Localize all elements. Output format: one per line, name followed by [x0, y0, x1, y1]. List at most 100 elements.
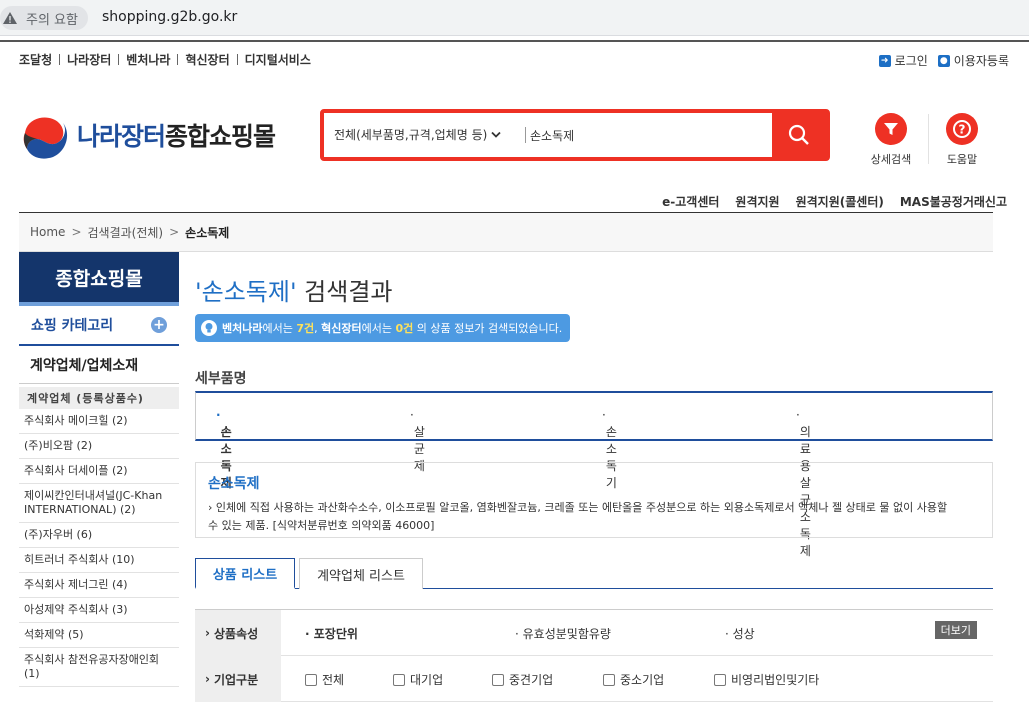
gnb-item-digital[interactable]: 디지털서비스: [245, 51, 311, 68]
quick-link-mas-report[interactable]: MAS불공정거래신고: [900, 193, 1007, 210]
notice-text-4: 의 상품 정보가 검색되었습니다.: [413, 322, 563, 335]
vendor-item[interactable]: 주식회사 더세이플 (2): [19, 459, 179, 484]
gnb-separator: [236, 54, 238, 65]
vendor-item[interactable]: 주식회사 참전유공자장애인회 (1): [19, 648, 179, 687]
register-link[interactable]: 이용자등록: [954, 52, 1009, 69]
result-quote-open: ': [195, 278, 202, 306]
quick-link-remote-call[interactable]: 원격지원(콜센터): [796, 193, 884, 210]
notice-venture-count: 7건: [296, 322, 315, 335]
notice-innovation[interactable]: 혁신장터: [321, 320, 361, 336]
search-divider: [525, 127, 526, 143]
search-scope-select[interactable]: 전체(세부품명,규격,업체명 등): [334, 126, 501, 143]
attribute-text: 유효성분및함유량: [522, 627, 611, 641]
vendor-item[interactable]: 주식회사 제너그린 (4): [19, 573, 179, 598]
security-warning-chip[interactable]: 주의 요함: [0, 6, 88, 30]
checkbox[interactable]: [393, 674, 405, 686]
help-label: 도움말: [946, 153, 978, 166]
taegeuk-logo-icon: [20, 110, 70, 160]
attribute-item[interactable]: · 포장단위: [305, 625, 358, 642]
attribute-text: 포장단위: [313, 627, 358, 641]
notice-venture[interactable]: 벤처나라: [222, 320, 262, 336]
result-quote-close: ': [289, 278, 297, 306]
tab-product-list[interactable]: 상품 리스트: [195, 558, 295, 589]
utility-links: ➜ 로그인 ● 이용자등록: [869, 52, 1009, 69]
vendor-item[interactable]: 제이씨칸인터내셔널(JC-Khan INTERNATIONAL) (2): [19, 484, 179, 523]
vendor-item[interactable]: 주식회사 메이크힐 (2): [19, 409, 179, 434]
description-body: 인체에 직접 사용하는 과산화수소수, 이소프로필 알코올, 염화벤잘코늄, 크…: [208, 501, 948, 532]
detail-name-item[interactable]: · 손소독기: [602, 408, 617, 490]
sidebar: 종합쇼핑몰 쇼핑 카테고리 + 계약업체/업체소재 계약업체 (등록상품수) 주…: [19, 252, 179, 702]
company-type-checkbox[interactable]: 중소기업: [603, 671, 664, 688]
detail-name-item[interactable]: · 손소독제: [216, 408, 232, 490]
search-button[interactable]: [772, 113, 826, 157]
notice-innovation-count: 0건: [395, 322, 414, 335]
search-icon: [788, 124, 809, 145]
search-box: 전체(세부품명,규격,업체명 등): [320, 109, 830, 161]
checkbox[interactable]: [305, 674, 317, 686]
filter-label: › 상품속성: [195, 610, 281, 656]
quick-link-ecustomer[interactable]: e-고객센터: [662, 193, 719, 210]
result-notice: 벤처나라 에서는 7건, 혁신장터 에서는 0건 의 상품 정보가 검색되었습니다.: [195, 314, 571, 342]
search-input[interactable]: [530, 121, 770, 149]
checkbox-label: 중소기업: [620, 673, 665, 687]
logo-text-mall: 종합쇼핑몰: [165, 122, 276, 151]
company-type-checkbox[interactable]: 비영리법인및기타: [714, 671, 819, 688]
attribute-item[interactable]: · 유효성분및함유량: [515, 625, 611, 642]
quick-links: e-고객센터 원격지원 원격지원(콜센터) MAS불공정거래신고: [646, 193, 1007, 210]
breadcrumb-results[interactable]: 검색결과(전체): [88, 224, 164, 241]
checkbox[interactable]: [714, 674, 726, 686]
description-text: › 인체에 직접 사용하는 과산화수소수, 이소프로필 알코올, 염화벤잘코늄,…: [208, 501, 948, 532]
filter-label-text: 상품속성: [213, 626, 259, 641]
checkbox[interactable]: [492, 674, 504, 686]
vendor-location-header[interactable]: 계약업체/업체소재: [19, 346, 179, 384]
checkbox[interactable]: [603, 674, 615, 686]
vendor-item[interactable]: (주)비오팜 (2): [19, 434, 179, 459]
gnb-item-venture[interactable]: 벤처나라: [126, 51, 170, 68]
result-tabs: 상품 리스트 계약업체 리스트: [195, 558, 993, 589]
gnb-item-g2b[interactable]: 나라장터: [67, 51, 111, 68]
gnb-separator: [59, 54, 61, 65]
vendor-item[interactable]: 석화제약 (5): [19, 623, 179, 648]
detail-name-label: 세부품명: [195, 371, 247, 387]
security-label: 주의 요함: [26, 12, 78, 28]
checkbox-label: 중견기업: [509, 673, 554, 687]
advanced-search-label: 상세검색: [870, 153, 912, 166]
notice-text-2: ,: [314, 321, 322, 335]
detail-name-item[interactable]: · 살균제: [410, 408, 425, 473]
login-link[interactable]: 로그인: [895, 52, 928, 69]
shopping-category-toggle[interactable]: 쇼핑 카테고리 +: [19, 306, 179, 346]
checkbox-label: 대기업: [410, 673, 444, 687]
vendor-item[interactable]: 아성제약 주식회사 (3): [19, 598, 179, 623]
company-type-checkbox[interactable]: 대기업: [393, 671, 443, 688]
detail-name-item[interactable]: · 의료용살균소독제: [796, 408, 811, 558]
tab-vendor-list[interactable]: 계약업체 리스트: [299, 558, 423, 589]
quick-link-remote[interactable]: 원격지원: [735, 193, 779, 210]
gnb-separator: [118, 54, 120, 65]
gnb-item-pps[interactable]: 조달청: [19, 51, 52, 68]
logo-text: 나라장터종합쇼핑몰: [77, 117, 276, 153]
url-text[interactable]: shopping.g2b.go.kr: [102, 9, 237, 25]
user-icon: ●: [937, 54, 950, 67]
shopping-category-label: 쇼핑 카테고리: [31, 318, 114, 334]
sidebar-title: 종합쇼핑몰: [19, 252, 179, 306]
attribute-item[interactable]: · 성상: [725, 625, 755, 642]
breadcrumb-home[interactable]: Home: [30, 225, 65, 239]
filter-table: › 상품속성 · 포장단위 · 유효성분및함유량 · 성상 더보기 › 기업구분…: [195, 609, 993, 702]
help-icon: ?: [946, 113, 978, 145]
breadcrumb-current: 손소독제: [185, 225, 230, 240]
site-logo[interactable]: 나라장터종합쇼핑몰: [19, 109, 276, 161]
global-nav: 조달청 나라장터 벤처나라 혁신장터 디지털서비스: [19, 51, 311, 68]
help-button[interactable]: ? 도움말: [937, 113, 987, 167]
company-type-checkbox[interactable]: 전체: [305, 671, 344, 688]
vendor-item[interactable]: (주)자우버 (6): [19, 523, 179, 548]
detail-name-box: · 손소독제 · 살균제 · 손소독기 · 의료용살균소독제: [195, 391, 993, 558]
advanced-search-button[interactable]: 상세검색: [866, 113, 916, 167]
gnb-item-innovation[interactable]: 혁신장터: [185, 51, 229, 68]
chevron-down-icon: [491, 131, 501, 138]
login-icon: ➜: [878, 54, 891, 67]
vendor-item[interactable]: 히트러너 주식회사 (10): [19, 548, 179, 573]
checkbox-label: 비영리법인및기타: [731, 673, 820, 687]
top-divider: [0, 40, 1029, 42]
more-button[interactable]: 더보기: [934, 621, 977, 639]
company-type-checkbox[interactable]: 중견기업: [492, 671, 553, 688]
